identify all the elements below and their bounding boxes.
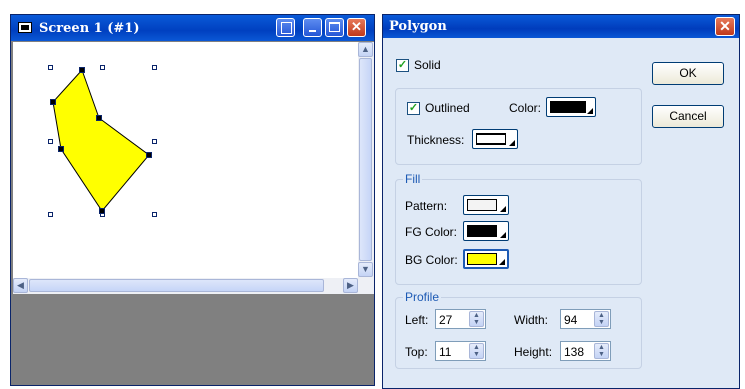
- scroll-down-icon[interactable]: ▼: [358, 262, 373, 277]
- outlined-label: Outlined: [425, 101, 470, 115]
- selection-handle[interactable]: [152, 212, 157, 217]
- top-label: Top:: [405, 345, 428, 359]
- bg-color-picker[interactable]: [463, 249, 509, 269]
- spinner-arrows-icon[interactable]: ▲ ▼: [469, 311, 484, 327]
- dialog-close-button[interactable]: ✕: [715, 17, 735, 36]
- height-value: 138: [564, 345, 585, 359]
- ok-button[interactable]: OK: [652, 62, 724, 85]
- scroll-right-icon[interactable]: ▶: [343, 278, 358, 293]
- scroll-thumb[interactable]: [359, 58, 372, 261]
- profile-group-label: Profile: [403, 290, 442, 304]
- outline-group: [395, 88, 642, 165]
- selection-handle[interactable]: [152, 65, 157, 70]
- selection-handle[interactable]: [100, 65, 105, 70]
- vertical-scrollbar[interactable]: ▲ ▼: [358, 42, 374, 278]
- horizontal-scrollbar[interactable]: ◀ ▶: [13, 278, 358, 294]
- vertex-handle[interactable]: [50, 99, 56, 105]
- height-spinner[interactable]: 138 ▲ ▼: [560, 341, 611, 361]
- spinner-arrows-icon[interactable]: ▲ ▼: [469, 343, 484, 359]
- solid-label: Solid: [414, 58, 441, 72]
- thickness-label: Thickness:: [407, 133, 465, 147]
- minimize-button[interactable]: [303, 18, 322, 37]
- vertex-handle[interactable]: [79, 67, 85, 73]
- dialog-titlebar[interactable]: Polygon ✕: [383, 15, 739, 38]
- drawing-canvas[interactable]: [13, 42, 358, 278]
- pattern-picker[interactable]: [463, 195, 509, 215]
- screen-window: Screen 1 (#1) ✕ ▲ ▼ ◀ ▶: [10, 14, 375, 386]
- outline-color-picker[interactable]: [546, 97, 596, 117]
- screen-window-titlebar[interactable]: Screen 1 (#1) ✕: [11, 15, 374, 41]
- dropdown-arrow-icon: [500, 232, 506, 238]
- fill-group-label: Fill: [403, 172, 423, 186]
- thickness-lines-icon: [476, 133, 506, 145]
- thickness-picker[interactable]: [472, 129, 518, 149]
- vertex-handle[interactable]: [96, 115, 102, 121]
- top-value: 11: [439, 345, 452, 359]
- polygon-shape[interactable]: [52, 69, 150, 212]
- polygon-dialog: Polygon ✕ ✓ Solid ✓ Outlined Color: Thic…: [382, 14, 740, 389]
- vertex-handle[interactable]: [99, 208, 105, 214]
- selection-handle[interactable]: [48, 65, 53, 70]
- fg-color-swatch: [467, 225, 497, 237]
- dropdown-arrow-icon: [587, 108, 593, 114]
- restore-icon-button[interactable]: [276, 18, 295, 37]
- resize-grip-icon[interactable]: [358, 278, 374, 294]
- bg-color-swatch: [467, 253, 497, 265]
- fg-color-label: FG Color:: [405, 225, 458, 239]
- pattern-label: Pattern:: [405, 199, 448, 213]
- height-label: Height:: [514, 345, 553, 359]
- maximize-button[interactable]: [325, 18, 344, 37]
- outline-color-swatch: [550, 101, 586, 113]
- pattern-swatch: [467, 199, 497, 211]
- vertex-handle[interactable]: [146, 152, 152, 158]
- screen-window-title: Screen 1 (#1): [39, 21, 140, 36]
- scroll-left-icon[interactable]: ◀: [13, 278, 28, 293]
- scroll-up-icon[interactable]: ▲: [358, 42, 373, 57]
- top-spinner[interactable]: 11 ▲ ▼: [435, 341, 486, 361]
- vertex-handle[interactable]: [58, 146, 64, 152]
- dropdown-arrow-icon: [499, 259, 505, 265]
- left-spinner[interactable]: 27 ▲ ▼: [435, 309, 486, 329]
- dialog-title: Polygon: [389, 19, 447, 34]
- dropdown-arrow-icon: [500, 206, 506, 212]
- width-spinner[interactable]: 94 ▲ ▼: [560, 309, 611, 329]
- selection-handle[interactable]: [152, 139, 157, 144]
- spinner-arrows-icon[interactable]: ▲ ▼: [594, 343, 609, 359]
- outlined-checkbox[interactable]: ✓: [407, 102, 420, 115]
- horizontal-scroll-thumb[interactable]: [29, 279, 324, 292]
- canvas-svg: [52, 69, 150, 212]
- bg-color-label: BG Color:: [405, 253, 458, 267]
- left-value: 27: [439, 313, 453, 327]
- selection-handle[interactable]: [48, 139, 53, 144]
- outline-color-label: Color:: [509, 101, 542, 115]
- cancel-button[interactable]: Cancel: [652, 105, 724, 128]
- solid-checkbox[interactable]: ✓: [396, 59, 409, 72]
- left-label: Left:: [405, 313, 429, 327]
- width-label: Width:: [514, 313, 549, 327]
- dropdown-arrow-icon: [509, 140, 515, 146]
- selection-handle[interactable]: [48, 212, 53, 217]
- close-button[interactable]: ✕: [347, 18, 366, 37]
- fg-color-picker[interactable]: [463, 221, 509, 241]
- width-value: 94: [564, 313, 578, 327]
- spinner-arrows-icon[interactable]: ▲ ▼: [594, 311, 609, 327]
- screen-icon: [18, 22, 32, 33]
